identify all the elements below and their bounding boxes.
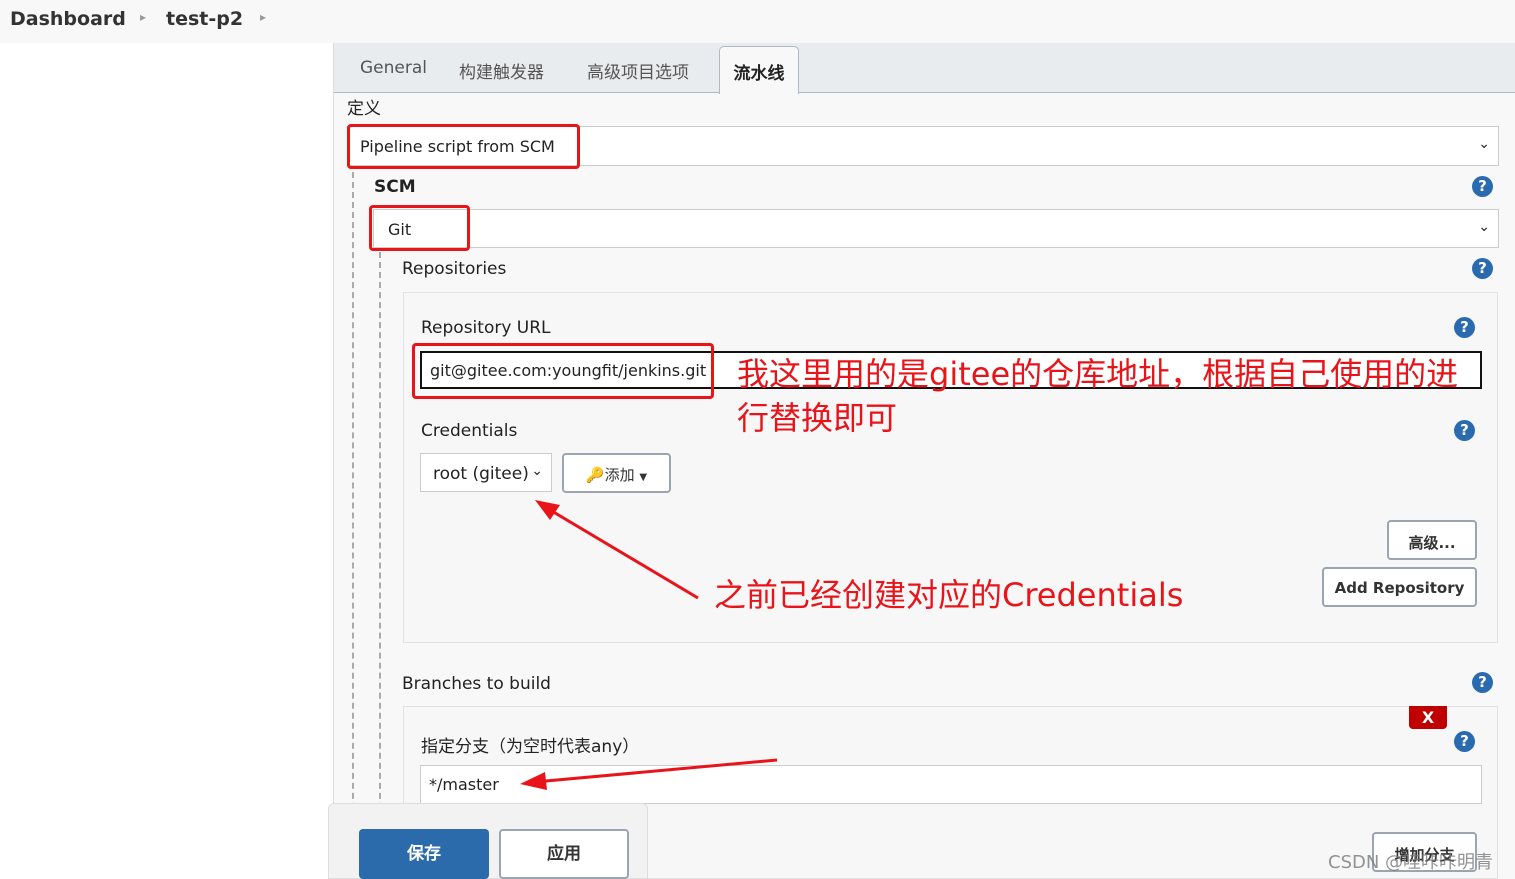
- tab-advanced-options[interactable]: 高级项目选项: [587, 58, 689, 83]
- help-icon[interactable]: ?: [1454, 420, 1475, 441]
- repositories-label: Repositories: [402, 259, 507, 279]
- watermark: CSDN @哇咔咔明青: [1328, 852, 1494, 873]
- branches-label: Branches to build: [402, 674, 551, 694]
- scm-select[interactable]: Git ⌄: [373, 209, 1499, 248]
- repository-url-label: Repository URL: [421, 318, 551, 338]
- save-button[interactable]: 保存: [359, 829, 489, 879]
- breadcrumb-dashboard[interactable]: Dashboard: [10, 8, 126, 30]
- add-repository-button[interactable]: Add Repository: [1322, 567, 1477, 607]
- delete-branch-button[interactable]: X: [1409, 706, 1447, 729]
- advanced-button[interactable]: 高级...: [1387, 520, 1477, 560]
- credentials-annotation: 之前已经创建对应的Credentials: [714, 576, 1184, 614]
- chevron-down-icon: ⌄: [1478, 219, 1490, 235]
- help-icon[interactable]: ?: [1472, 258, 1493, 279]
- help-icon[interactable]: ?: [1454, 317, 1475, 338]
- section-guide: [379, 252, 381, 879]
- chevron-down-icon: ⌄: [531, 463, 543, 479]
- branch-specifier-value: */master: [429, 775, 499, 794]
- add-credentials-button[interactable]: 🔑添加 ▼: [562, 453, 671, 493]
- credentials-label: Credentials: [421, 421, 518, 441]
- add-label: 添加: [604, 466, 635, 484]
- definition-label: 定义: [347, 99, 381, 119]
- tab-pipeline[interactable]: 流水线: [719, 46, 799, 94]
- caret-down-icon: ▼: [639, 472, 648, 483]
- key-icon: 🔑: [585, 466, 605, 484]
- help-icon[interactable]: ?: [1454, 731, 1475, 752]
- tab-general[interactable]: General: [360, 58, 427, 78]
- annotation-arrow: [520, 758, 778, 790]
- highlight-box: [347, 124, 580, 169]
- credentials-select[interactable]: root (gitee) ⌄: [420, 453, 552, 492]
- breadcrumb-separator-icon[interactable]: ▸: [260, 10, 266, 24]
- breadcrumb-job[interactable]: test-p2: [166, 8, 243, 30]
- annotation-arrow: [535, 500, 699, 600]
- help-icon[interactable]: ?: [1472, 176, 1493, 197]
- chevron-down-icon: ⌄: [1478, 136, 1490, 152]
- scm-label: SCM: [374, 177, 416, 197]
- breadcrumb-separator-icon: ▸: [140, 10, 147, 24]
- section-guide: [352, 172, 354, 879]
- credentials-value: root (gitee): [433, 464, 529, 484]
- tab-triggers[interactable]: 构建触发器: [459, 58, 544, 83]
- highlight-box: [412, 343, 714, 399]
- help-icon[interactable]: ?: [1472, 672, 1493, 693]
- url-annotation: 我这里用的是gitee的仓库地址，根据自己使用的进行替换即可: [737, 355, 1459, 437]
- apply-button[interactable]: 应用: [499, 829, 629, 879]
- highlight-box: [369, 205, 470, 251]
